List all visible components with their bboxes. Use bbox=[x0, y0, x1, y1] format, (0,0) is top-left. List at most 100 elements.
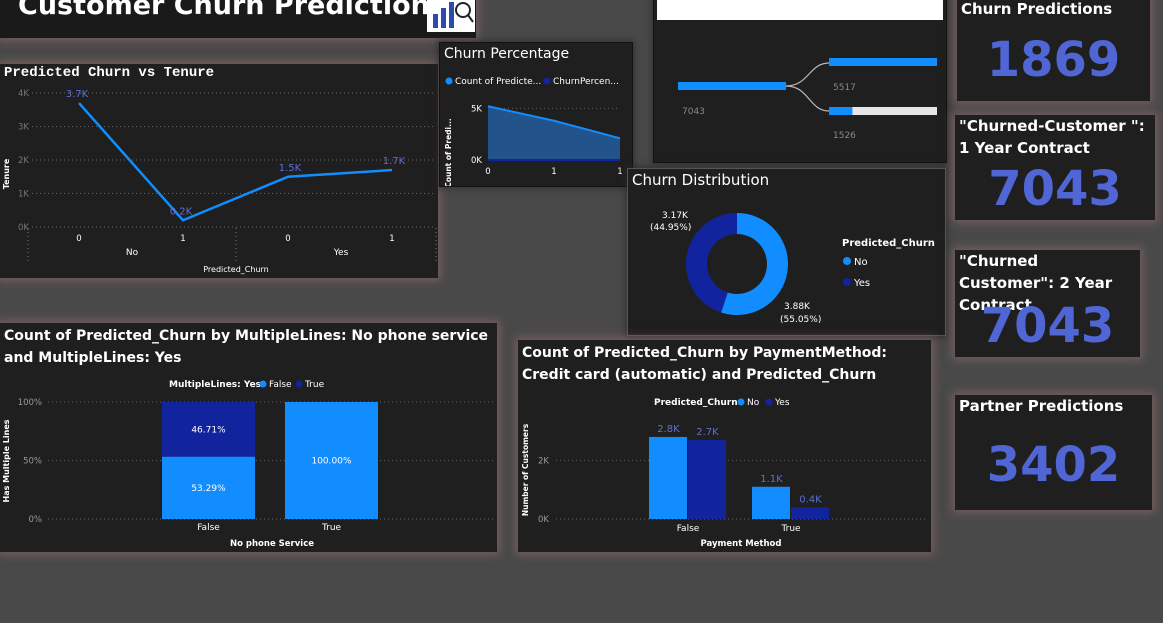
donut-legend-yes: Yes bbox=[853, 278, 870, 289]
tree-header-strip bbox=[657, 0, 943, 20]
x-tick-label: 0 bbox=[76, 234, 81, 244]
bar-yes bbox=[688, 439, 726, 519]
x-tick-label: 1 bbox=[617, 167, 622, 177]
donut-chart: 3.17K (44.95%) 3.88K (55.05%) Predicted_… bbox=[650, 211, 935, 325]
lines-chart: MultipleLines: Yes False True Has Multip… bbox=[2, 380, 494, 549]
lines-legend-title: MultipleLines: Yes bbox=[169, 380, 261, 390]
tenure-plot-area: 4K3K2K1K0K3.7K00.2K11.5K01.7K1No Yes bbox=[18, 89, 437, 262]
pay-xlabel: Payment Method bbox=[701, 539, 782, 549]
x-tick-label: 0 bbox=[285, 234, 290, 244]
pay-chart: Predicted_Churn No Yes Number of Custome… bbox=[521, 398, 928, 549]
bar-no bbox=[752, 486, 790, 519]
data-label: 1.7K bbox=[383, 156, 406, 167]
pct-ylabel: Count of Predi... bbox=[444, 118, 453, 186]
kpi-label: "Churned-Customer ": 1 Year Contract bbox=[959, 117, 1145, 157]
bar-no bbox=[649, 436, 687, 519]
kpi-value: 1869 bbox=[986, 32, 1121, 88]
kpi-value: 7043 bbox=[988, 161, 1122, 217]
kpi-value: 7043 bbox=[980, 298, 1115, 354]
lines-legend-true: True bbox=[304, 380, 325, 390]
x-tick-label: True bbox=[321, 523, 342, 533]
header-bar: Customer Churn Prediction bbox=[0, 0, 476, 38]
lines-chart-card[interactable]: Count of Predicted_Churn by MultipleLine… bbox=[0, 323, 497, 552]
tenure-ylabel: Tenure bbox=[2, 158, 11, 189]
x-tick-label: True bbox=[780, 524, 801, 534]
data-label: 100.00% bbox=[311, 457, 351, 467]
legend-dot-count bbox=[445, 77, 453, 85]
tenure-xlabel: Predicted_Churn bbox=[203, 265, 269, 274]
kpi-value: 3402 bbox=[986, 437, 1121, 493]
data-label: 2.7K bbox=[696, 427, 719, 438]
pct-legend-2: ChurnPercen... bbox=[553, 77, 619, 87]
x-tick-label: False bbox=[677, 524, 700, 534]
tree-node-bar bbox=[829, 107, 853, 115]
y-tick-label: 0% bbox=[29, 515, 43, 525]
data-label: 1.1K bbox=[760, 474, 783, 485]
donut-label-yes: 3.17K bbox=[662, 211, 689, 221]
y-tick-label: 50% bbox=[23, 457, 42, 467]
pay-ylabel: Number of Customers bbox=[521, 423, 530, 516]
tenure-chart: Tenure Predicted_Churn 4K3K2K1K0K3.7K00.… bbox=[2, 89, 437, 274]
x-tick-label: False bbox=[197, 523, 220, 533]
chart-report-icon bbox=[427, 0, 475, 32]
legend-dot-no bbox=[737, 398, 745, 406]
data-label: 46.71% bbox=[191, 425, 226, 435]
donut-legend-title: Predicted_Churn bbox=[842, 238, 935, 249]
x-tick-label: 0 bbox=[485, 167, 490, 177]
legend-dot-percent bbox=[543, 77, 551, 85]
tree-connector bbox=[785, 85, 830, 112]
y-tick-label: 0K bbox=[471, 156, 482, 166]
tree-node-bar bbox=[829, 58, 937, 66]
y-tick-label: 1K bbox=[18, 190, 29, 200]
data-label: 2.8K bbox=[657, 424, 680, 435]
y-tick-label: 4K bbox=[18, 89, 29, 99]
pct-chart-card[interactable]: Churn Percentage Count of Predicte... Ch… bbox=[439, 42, 633, 187]
legend-dot-no bbox=[843, 257, 851, 265]
tree-root-bar bbox=[678, 82, 786, 90]
lines-legend-false: False bbox=[269, 380, 292, 390]
tree-node-value: 1526 bbox=[833, 131, 856, 141]
y-tick-label: 0K bbox=[538, 515, 549, 525]
tree-root-value: 7043 bbox=[682, 107, 705, 117]
pay-legend-title: Predicted_Churn bbox=[654, 398, 738, 408]
bar-yes bbox=[791, 507, 829, 519]
y-tick-label: 100% bbox=[18, 398, 42, 408]
x-tick-label: 1 bbox=[389, 234, 394, 244]
legend-dot-false bbox=[259, 380, 267, 388]
kpi-label: Partner Predictions bbox=[959, 397, 1124, 415]
kpi-partner-predictions[interactable]: Partner Predictions 3402 bbox=[955, 395, 1152, 510]
x-tick-label: 1 bbox=[551, 167, 556, 177]
kpi-one-year-contract[interactable]: "Churned-Customer ": 1 Year Contract 704… bbox=[955, 115, 1155, 220]
lines-ylabel: Has Multiple Lines bbox=[2, 419, 11, 502]
pay-chart-card[interactable]: Count of Predicted_Churn by PaymentMetho… bbox=[518, 340, 931, 552]
kpi-two-year-contract[interactable]: "Churned Customer": 2 Year Contract 7043 bbox=[955, 250, 1140, 357]
pct-chart: Count of Predicte... ChurnPercen... Coun… bbox=[444, 77, 623, 186]
donut-label-no-pct: (55.05%) bbox=[780, 315, 821, 325]
tenure-chart-card[interactable]: Predicted Churn vs Tenure Tenure Predict… bbox=[0, 64, 438, 278]
pay-legend-yes: Yes bbox=[774, 398, 790, 408]
lines-xlabel: No phone Service bbox=[230, 539, 314, 549]
y-tick-label: 2K bbox=[18, 156, 29, 166]
page-title: Customer Churn Prediction bbox=[18, 0, 430, 21]
tree-node-value: 5517 bbox=[833, 83, 856, 93]
data-label: 3.7K bbox=[66, 89, 89, 100]
data-label: 0.2K bbox=[170, 206, 193, 217]
legend-dot-yes bbox=[765, 398, 773, 406]
tree-chart-card[interactable]: 7043 5517 1526 bbox=[653, 0, 947, 163]
donut-chart-card[interactable]: Churn Distribution 3.17K (44.95%) 3.88K … bbox=[627, 168, 946, 336]
data-label: 0.4K bbox=[799, 494, 822, 505]
data-label: 1.5K bbox=[279, 163, 302, 174]
donut-label-yes-pct: (44.95%) bbox=[650, 223, 691, 233]
y-tick-label: 3K bbox=[18, 123, 29, 133]
tree-chart: 7043 5517 1526 bbox=[657, 0, 943, 141]
y-tick-label: 5K bbox=[471, 104, 482, 114]
legend-dot-true bbox=[295, 380, 303, 388]
tenure-line bbox=[78, 102, 393, 222]
group-label: No bbox=[126, 248, 139, 258]
kpi-churn-predictions[interactable]: Churn Predictions 1869 bbox=[957, 0, 1150, 101]
tree-connector bbox=[785, 62, 830, 87]
data-label: 53.29% bbox=[191, 484, 226, 494]
x-tick-label: 1 bbox=[180, 234, 185, 244]
y-tick-label: 2K bbox=[538, 456, 549, 466]
legend-dot-yes bbox=[843, 278, 851, 286]
